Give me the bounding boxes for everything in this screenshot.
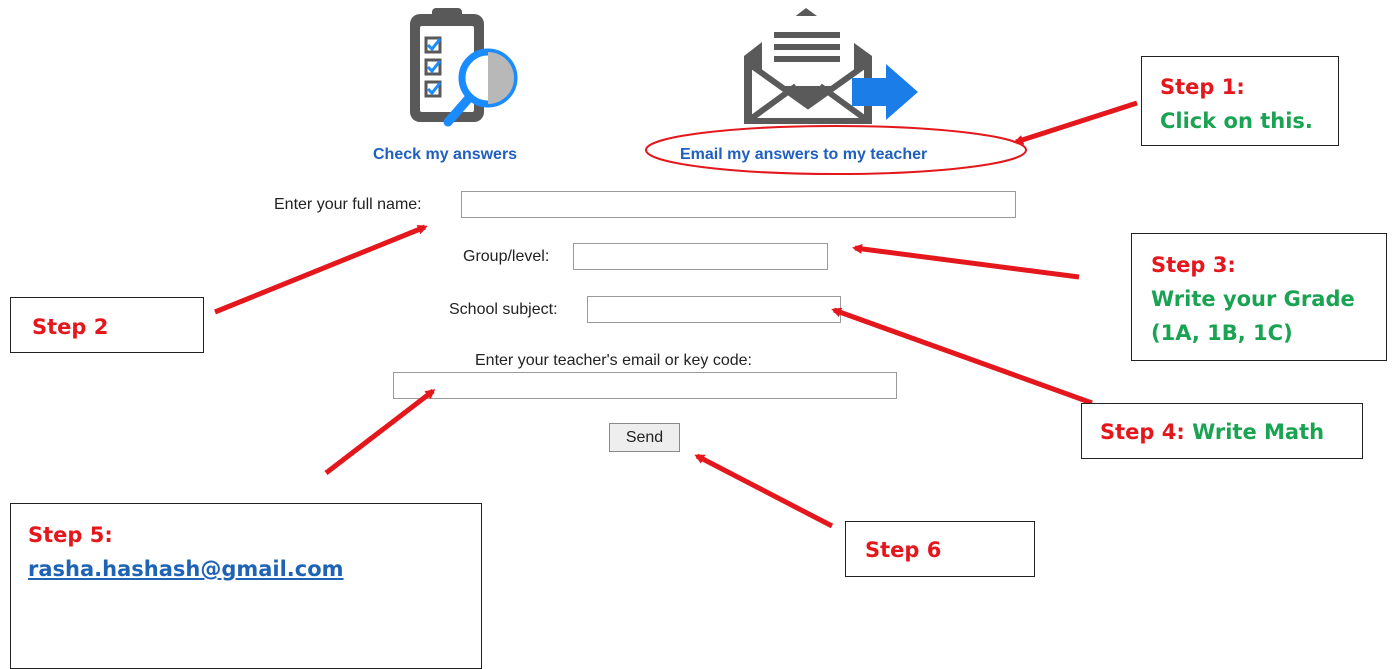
- step4-text: Write Math: [1192, 420, 1325, 444]
- step3-arrow: [852, 243, 1080, 280]
- send-button[interactable]: Send: [609, 423, 680, 452]
- step3-title: Step 3:: [1151, 253, 1236, 277]
- envelope-arrow-icon[interactable]: [740, 6, 924, 130]
- step5-title: Step 5:: [28, 523, 113, 547]
- group-level-input[interactable]: [573, 243, 828, 270]
- email-my-answers-link[interactable]: Email my answers to my teacher: [680, 146, 927, 164]
- step5-arrow: [324, 389, 436, 475]
- school-subject-input[interactable]: [587, 296, 841, 323]
- step1-title: Step 1:: [1160, 75, 1245, 99]
- full-name-input[interactable]: [461, 191, 1016, 218]
- school-subject-label: School subject:: [449, 301, 558, 318]
- teacher-email-input[interactable]: [393, 372, 897, 399]
- step4-title: Step 4:: [1100, 420, 1185, 444]
- step1-text: Click on this.: [1160, 109, 1313, 133]
- teacher-email-label: Enter your teacher's email or key code:: [475, 352, 752, 369]
- step3-line1: Write your Grade: [1151, 287, 1355, 311]
- step1-box: Step 1: Click on this.: [1141, 56, 1339, 146]
- step6-arrow: [694, 453, 834, 529]
- step2-arrow: [214, 224, 428, 315]
- step5-box: Step 5: rasha.hashash@gmail.com: [10, 503, 482, 669]
- clipboard-magnifier-icon[interactable]: [404, 6, 528, 130]
- check-my-answers-link[interactable]: Check my answers: [373, 146, 517, 164]
- group-level-label: Group/level:: [463, 248, 550, 265]
- step3-box: Step 3: Write your Grade (1A, 1B, 1C): [1131, 233, 1387, 361]
- step2-title: Step 2: [32, 315, 109, 339]
- step3-line2: (1A, 1B, 1C): [1151, 321, 1293, 345]
- step5-email-link[interactable]: rasha.hashash@gmail.com: [28, 552, 481, 586]
- step4-box: Step 4: Write Math: [1081, 403, 1363, 459]
- step6-title: Step 6: [865, 538, 942, 562]
- step1-arrow: [1013, 100, 1138, 145]
- step6-box: Step 6: [845, 521, 1035, 577]
- full-name-label: Enter your full name:: [274, 196, 422, 213]
- step2-box: Step 2: [10, 297, 204, 353]
